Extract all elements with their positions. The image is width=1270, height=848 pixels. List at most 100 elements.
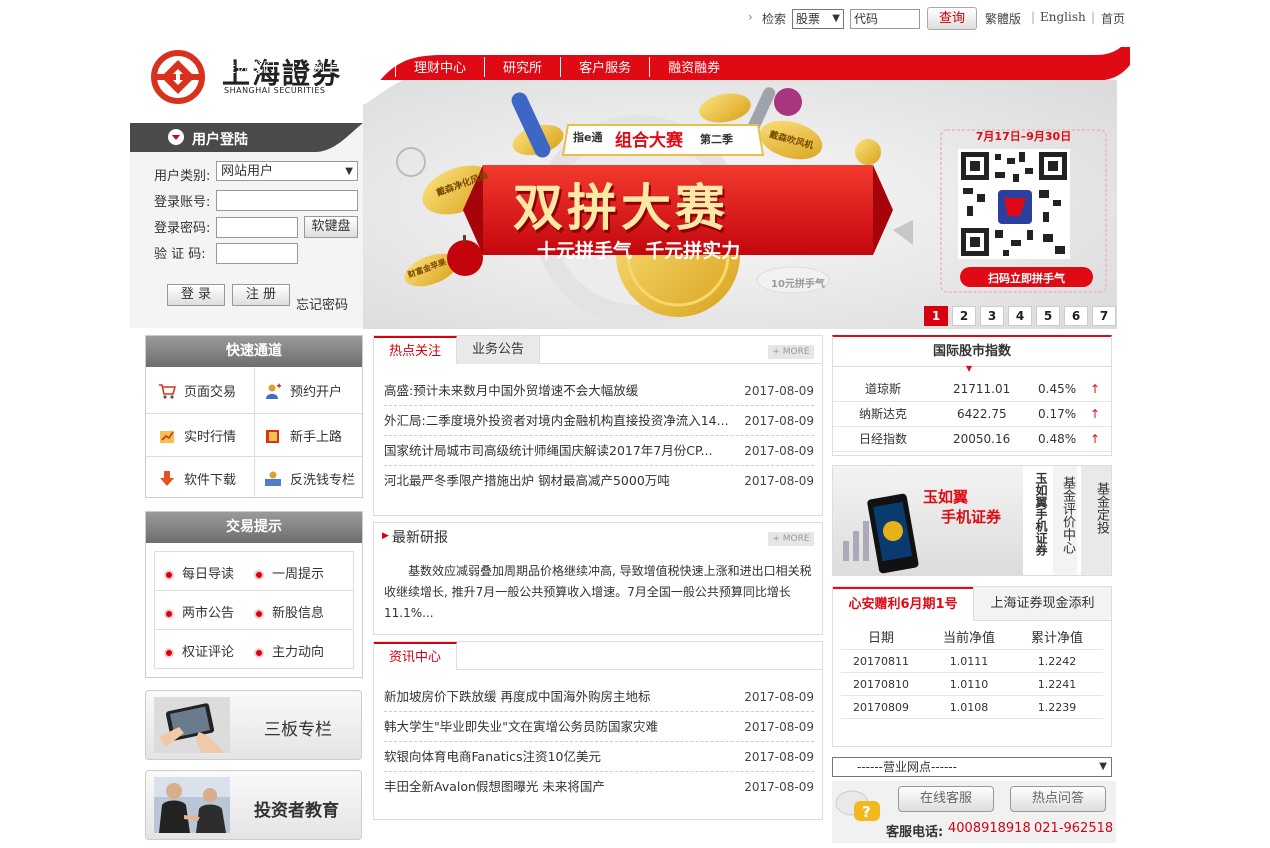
fund-header-row: 日期 当前净值 累计净值 — [841, 627, 1103, 650]
news-title: 外汇局:二季度境外投资者对境内金融机构直接投资净流入14... — [384, 413, 729, 428]
mobile-promo[interactable]: 玉如翼 手机证券 — [833, 466, 1023, 575]
user-type-select[interactable]: 网站用户 ▼ — [216, 161, 358, 181]
investor-education-tile[interactable]: 投资者教育 — [145, 770, 362, 840]
quick-open-account[interactable]: 预约开户 — [264, 381, 342, 400]
research-summary[interactable]: 基数效应减弱叠加周期品价格继续冲高, 导致增值税快速上涨和进出口相关税收继续增长… — [384, 561, 816, 624]
dropdown-arrow-icon: ▼ — [832, 13, 840, 24]
col-date: 日期 — [867, 631, 894, 646]
tab-xinan-fund[interactable]: 心安赠利6月期1号 — [833, 587, 973, 621]
banner-page-2[interactable]: 2 — [952, 306, 976, 326]
tab-fund-fixed-investment[interactable]: 基金定投 — [1081, 466, 1111, 575]
divider — [146, 413, 362, 414]
link-english[interactable]: English — [1040, 10, 1086, 24]
banner-page-7[interactable]: 7 — [1092, 306, 1116, 326]
news-title: 软银向体育电商Fanatics注资10亿美元 — [384, 749, 601, 764]
banner-badge: 指e通 — [573, 131, 603, 144]
quick-beginner[interactable]: 新手上路 — [264, 426, 342, 445]
forgot-password-link[interactable]: 忘记密码 — [296, 294, 348, 313]
branch-select[interactable]: ------营业网点------ ▼ — [832, 757, 1112, 777]
index-change: 0.45% — [1038, 382, 1077, 396]
news-item[interactable]: 高盛:预计未来数月中国外贸增速不会大幅放缓 2017-08-09 — [384, 376, 814, 406]
password-input[interactable] — [216, 217, 298, 238]
login-title: 用户登陆 — [192, 132, 248, 148]
news-date: 2017-08-09 — [744, 720, 814, 734]
tab-business-notices[interactable]: 业务公告 — [457, 336, 540, 364]
captcha-input[interactable] — [216, 243, 298, 264]
hot-more-link[interactable]: + MORE — [768, 345, 814, 359]
divider — [146, 456, 362, 457]
tip-new-shares[interactable]: 新股信息 — [256, 602, 324, 621]
stock-code-input[interactable]: 代码 — [850, 9, 920, 29]
soft-keyboard-button[interactable]: 软键盘 — [304, 216, 358, 238]
nav-wealth[interactable]: 理财中心 — [395, 57, 484, 77]
news-date: 2017-08-09 — [744, 750, 814, 764]
tablet-hand-icon — [154, 697, 230, 753]
quick-page-trade[interactable]: 页面交易 — [158, 381, 236, 400]
stock-code-placeholder: 代码 — [854, 12, 879, 26]
promo-banner[interactable]: 指e通 组合大赛 第二季 双拼大赛 十元拼手气 千元拼实力 10元拼手气 戴森净… — [363, 80, 1117, 329]
main-nav: 走进我们 网上营业厅 理财中心 研究所 客户服务 融资融券 — [205, 57, 738, 77]
news-item[interactable]: 外汇局:二季度境外投资者对境内金融机构直接投资净流入14... 2017-08-0… — [384, 406, 814, 436]
faq-button[interactable]: 热点问答 — [1010, 786, 1106, 812]
account-input[interactable] — [216, 190, 358, 211]
quick-item-label: 软件下载 — [184, 473, 237, 488]
online-service-button[interactable]: 在线客服 — [898, 786, 994, 812]
news-item[interactable]: 河北最严冬季限产措施出炉 钢材最高减产5000万吨 2017-08-09 — [384, 466, 814, 496]
index-change: 0.17% — [1038, 407, 1077, 421]
sanban-tile[interactable]: 三板专栏 — [145, 690, 362, 760]
captcha-label: 验 证 码: — [154, 247, 206, 262]
news-item[interactable]: 国家统计局城市司高级统计师绳国庆解读2017年7月份CP... 2017-08-0… — [384, 436, 814, 466]
quick-realtime-quote[interactable]: 实时行情 — [158, 426, 236, 445]
banner-art — [363, 80, 1117, 329]
banner-page-4[interactable]: 4 — [1008, 306, 1032, 326]
banner-scan-button[interactable]: 扫码立即拼手气 — [960, 270, 1093, 286]
tip-daily-guide[interactable]: 每日导读 — [166, 563, 234, 582]
nav-research[interactable]: 研究所 — [484, 57, 560, 77]
index-row[interactable]: 日经指数 20050.16 0.48% ↑ — [833, 427, 1111, 452]
customer-service-panel: ? 在线客服 热点问答 客服电话: 4008918918 021-962518 — [832, 781, 1116, 843]
banner-page-6[interactable]: 6 — [1064, 306, 1088, 326]
tab-cash-fund[interactable]: 上海证券现金添利 — [973, 587, 1111, 621]
news-item[interactable]: 软银向体育电商Fanatics注资10亿美元 2017-08-09 — [384, 742, 814, 772]
nav-service[interactable]: 客户服务 — [560, 57, 649, 77]
tab-info-center[interactable]: 资讯中心 — [374, 642, 457, 670]
stock-type-value: 股票 — [796, 12, 821, 26]
branch-select-value: ------营业网点------ — [857, 760, 957, 774]
link-traditional[interactable]: 繁體版 — [985, 10, 1021, 27]
caret-down-icon: ▼ — [966, 364, 973, 373]
tip-main-force[interactable]: 主力动向 — [256, 641, 324, 660]
index-row[interactable]: 纳斯达克 6422.75 0.17% ↑ — [833, 402, 1111, 427]
banner-page-5[interactable]: 5 — [1036, 306, 1060, 326]
register-button[interactable]: 注 册 — [232, 284, 290, 306]
tip-market-announcements[interactable]: 两市公告 — [166, 602, 234, 621]
fund-accum: 1.2239 — [1037, 701, 1077, 714]
query-button[interactable]: 查询 — [927, 7, 977, 30]
quick-channel-title: 快速通道 — [146, 336, 362, 367]
research-more-link[interactable]: + MORE — [768, 532, 814, 546]
tab-fund-rating[interactable]: 基金评价中心 — [1053, 466, 1077, 575]
login-button[interactable]: 登 录 — [167, 284, 225, 306]
news-item[interactable]: 新加坡房价下跌放缓 再度成中国海外购房主地标 2017-08-09 — [384, 682, 814, 712]
link-home[interactable]: 首页 — [1101, 10, 1125, 27]
shanghai-securities-logo[interactable] — [148, 50, 212, 104]
fund-date: 20170810 — [853, 678, 909, 691]
news-item[interactable]: 韩大学生"毕业即失业"文在寅增公务员防国家灾难 2017-08-09 — [384, 712, 814, 742]
quick-anti-money-laundering[interactable]: 反洗钱专栏 — [264, 469, 355, 488]
index-row[interactable]: 道琼斯 21711.01 0.45% ↑ — [833, 377, 1111, 402]
quick-software-download[interactable]: 软件下载 — [158, 469, 236, 488]
nav-about[interactable]: 走进我们 — [205, 57, 293, 77]
nav-margin[interactable]: 融资融券 — [649, 57, 738, 77]
banner-page-3[interactable]: 3 — [980, 306, 1004, 326]
tip-warrant-comments[interactable]: 权证评论 — [166, 641, 234, 660]
nav-online-hall[interactable]: 网上营业厅 — [293, 57, 395, 77]
banner-dates: 7月17日–9月30日 — [975, 130, 1072, 143]
download-icon — [158, 470, 176, 488]
tab-hot-topics[interactable]: 热点关注 — [374, 336, 457, 364]
stock-type-select[interactable]: 股票 ▼ — [792, 9, 844, 29]
tab-mobile-securities[interactable]: 玉如翼手机证券 — [1026, 466, 1050, 575]
banner-page-1[interactable]: 1 — [924, 306, 948, 326]
computer-user-icon — [264, 470, 282, 488]
news-date: 2017-08-09 — [744, 690, 814, 704]
news-item[interactable]: 丰田全新Avalon假想图曝光 未来将国产 2017-08-09 — [384, 772, 814, 802]
tip-weekly[interactable]: 一周提示 — [256, 563, 324, 582]
